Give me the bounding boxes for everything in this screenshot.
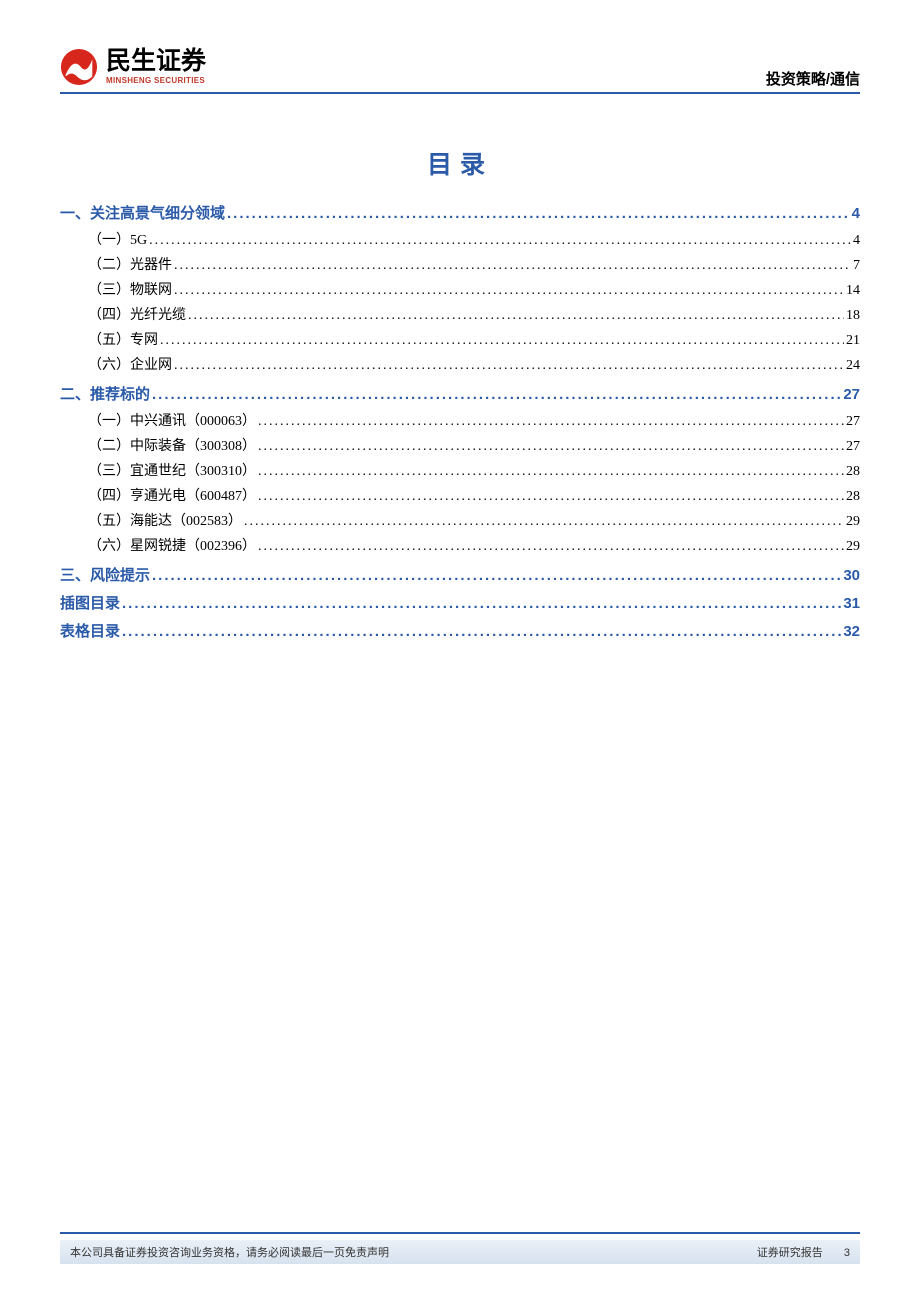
logo: 民生证券 MINSHENG SECURITIES [60,48,860,86]
toc-label: （二）光器件 [88,255,174,276]
toc-leader-dots [174,280,844,301]
toc-label: （五）海能达（002583） [88,511,244,532]
toc-subsection[interactable]: （六）企业网 24 [60,355,860,376]
toc-leader-dots [258,486,844,507]
footer-page-number: 3 [844,1247,850,1259]
toc-page-number: 24 [844,355,860,376]
toc-leader-dots [258,536,844,557]
header: 民生证券 MINSHENG SECURITIES 投资策略/通信 [60,48,860,93]
toc-page-number: 30 [841,567,860,584]
toc-leader-dots [122,623,841,640]
toc-leader-dots [160,330,844,351]
document-page: 民生证券 MINSHENG SECURITIES 投资策略/通信 目录 一、关注… [0,0,920,1302]
toc-section[interactable]: 插图目录 31 [60,592,860,613]
toc-page-number: 28 [844,486,860,507]
toc-subsection[interactable]: （六）星网锐捷（002396） 29 [60,536,860,557]
toc-page-number: 29 [844,536,860,557]
minsheng-logo-icon [60,48,98,86]
toc-label: 三、风险提示 [60,564,152,585]
footer-disclaimer: 本公司具备证券投资咨询业务资格，请务必阅读最后一页免责声明 [70,1244,389,1260]
toc-page-number: 21 [844,330,860,351]
toc-page-number: 27 [841,386,860,403]
table-of-contents: 一、关注高景气细分领域 4 （一）5G 4 （二）光器件 7 （三）物联网 14 （四）光纤光… [60,195,860,648]
toc-label: 二、推荐标的 [60,383,152,404]
toc-subsection[interactable]: （五）海能达（002583） 29 [60,511,860,532]
toc-subsection[interactable]: （一）5G 4 [60,230,860,251]
toc-label: （四）亨通光电（600487） [88,486,258,507]
toc-label: （三）物联网 [88,280,174,301]
toc-leader-dots [152,386,841,403]
logo-text-cn: 民生证券 [106,49,206,74]
logo-text-block: 民生证券 MINSHENG SECURITIES [106,49,206,85]
toc-page-number: 18 [844,305,860,326]
toc-leader-dots [258,436,844,457]
toc-leader-dots [174,255,851,276]
toc-page-number: 7 [851,255,860,276]
toc-page-number: 28 [844,461,860,482]
toc-leader-dots [244,511,844,532]
toc-section[interactable]: 三、风险提示 30 [60,564,860,585]
footer-right: 证券研究报告 3 [757,1244,850,1260]
toc-page-number: 27 [844,436,860,457]
toc-label: （二）中际装备（300308） [88,436,258,457]
toc-subsection[interactable]: （三）物联网 14 [60,280,860,301]
toc-section[interactable]: 二、推荐标的 27 [60,383,860,404]
toc-label: （六）企业网 [88,355,174,376]
footer-rule [60,1232,860,1234]
toc-label: （六）星网锐捷（002396） [88,536,258,557]
footer-report-type: 证券研究报告 [757,1247,823,1259]
toc-leader-dots [149,230,851,251]
toc-leader-dots [174,355,844,376]
toc-page-number: 4 [850,205,860,222]
page-title: 目录 [0,145,920,181]
toc-leader-dots [258,461,844,482]
toc-leader-dots [122,595,841,612]
toc-leader-dots [188,305,844,326]
toc-page-number: 31 [841,595,860,612]
toc-label: （四）光纤光缆 [88,305,188,326]
toc-label: 插图目录 [60,592,122,613]
toc-leader-dots [152,567,841,584]
toc-label: 表格目录 [60,620,122,641]
toc-label: （五）专网 [88,330,160,351]
toc-leader-dots [227,205,850,222]
toc-subsection[interactable]: （二）中际装备（300308） 27 [60,436,860,457]
toc-page-number: 32 [841,623,860,640]
toc-page-number: 4 [851,230,860,251]
toc-leader-dots [258,411,844,432]
toc-label: （一）5G [88,230,149,251]
toc-label: （一）中兴通讯（000063） [88,411,258,432]
toc-section[interactable]: 一、关注高景气细分领域 4 [60,202,860,223]
toc-label: 一、关注高景气细分领域 [60,202,227,223]
toc-subsection[interactable]: （五）专网 21 [60,330,860,351]
toc-subsection[interactable]: （四）亨通光电（600487） 28 [60,486,860,507]
header-category: 投资策略/通信 [766,68,860,89]
toc-label: （三）宜通世纪（300310） [88,461,258,482]
toc-section[interactable]: 表格目录 32 [60,620,860,641]
toc-subsection[interactable]: （四）光纤光缆 18 [60,305,860,326]
logo-text-en: MINSHENG SECURITIES [106,76,206,85]
header-rule [60,92,860,94]
toc-page-number: 29 [844,511,860,532]
footer-bar: 本公司具备证券投资咨询业务资格，请务必阅读最后一页免责声明 证券研究报告 3 [60,1240,860,1264]
toc-subsection[interactable]: （二）光器件 7 [60,255,860,276]
toc-page-number: 14 [844,280,860,301]
toc-subsection[interactable]: （三）宜通世纪（300310） 28 [60,461,860,482]
toc-subsection[interactable]: （一）中兴通讯（000063） 27 [60,411,860,432]
toc-page-number: 27 [844,411,860,432]
